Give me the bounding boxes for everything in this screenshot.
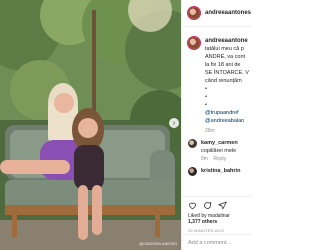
comment-item: kristina_bahrin <box>182 167 251 176</box>
caption-mention[interactable]: @trupaandref <box>205 109 249 117</box>
photo-scene <box>0 0 181 250</box>
caption-line: SE ÎNTOARCE. V <box>205 70 249 76</box>
caption: andreeaantone tatălui meu că p ANDRÉ, va… <box>182 27 251 135</box>
comment-username[interactable]: kamy_carmen <box>201 140 238 146</box>
caption-time: 26m <box>205 128 215 134</box>
post-username[interactable]: andreeaantones <box>205 10 251 16</box>
posted-time: 28 MINUTES AGO <box>188 228 225 233</box>
chevron-right-icon: › <box>172 118 176 127</box>
caption-avatar[interactable] <box>188 37 200 49</box>
add-comment-input[interactable]: Add a comment… <box>182 234 251 250</box>
post-sidebar: andreeaantones andreeaantone tatălui meu… <box>181 0 251 250</box>
photo-credit: @ISADORA ANDREI <box>139 241 177 246</box>
caption-bullet: • <box>205 102 207 108</box>
next-photo-button[interactable]: › <box>169 118 179 128</box>
caption-body: andreeaantone tatălui meu că p ANDRÉ, va… <box>205 37 249 135</box>
caption-username[interactable]: andreeaantone <box>205 37 249 45</box>
caption-bullet: • <box>205 94 207 100</box>
comment-avatar[interactable] <box>188 167 197 176</box>
post-actions: Liked by madalinar 1,377 others 28 MINUT… <box>182 196 251 233</box>
share-icon[interactable] <box>218 201 227 210</box>
avatar[interactable] <box>188 7 200 19</box>
comment-avatar[interactable] <box>188 139 197 148</box>
caption-line: când renunțăm <box>205 78 242 84</box>
comment-icon[interactable] <box>203 201 212 210</box>
caption-line: la fix 18 ani de <box>205 62 241 68</box>
post-header: andreeaantones <box>182 0 251 27</box>
caption-line: ANDRÉ, va cont <box>205 54 246 60</box>
comment-time: 9m <box>201 156 208 162</box>
post-photo[interactable]: › @ISADORA ANDREI <box>0 0 181 250</box>
comment-username[interactable]: kristina_bahrin <box>201 168 240 174</box>
caption-mention[interactable]: @andreeabalan <box>205 117 249 125</box>
heart-icon[interactable] <box>188 201 197 210</box>
likes-summary[interactable]: Liked by madalinar 1,377 others <box>188 213 251 225</box>
likes-count[interactable]: 1,377 others <box>188 219 217 225</box>
comment-text: copiilărei mele <box>201 148 237 154</box>
reply-button[interactable]: Reply <box>213 156 226 162</box>
comment-item: kamy_carmen copiilărei mele 9m Reply <box>182 139 251 163</box>
caption-line: tatălui meu că p <box>205 46 244 52</box>
caption-bullet: • <box>205 86 207 92</box>
